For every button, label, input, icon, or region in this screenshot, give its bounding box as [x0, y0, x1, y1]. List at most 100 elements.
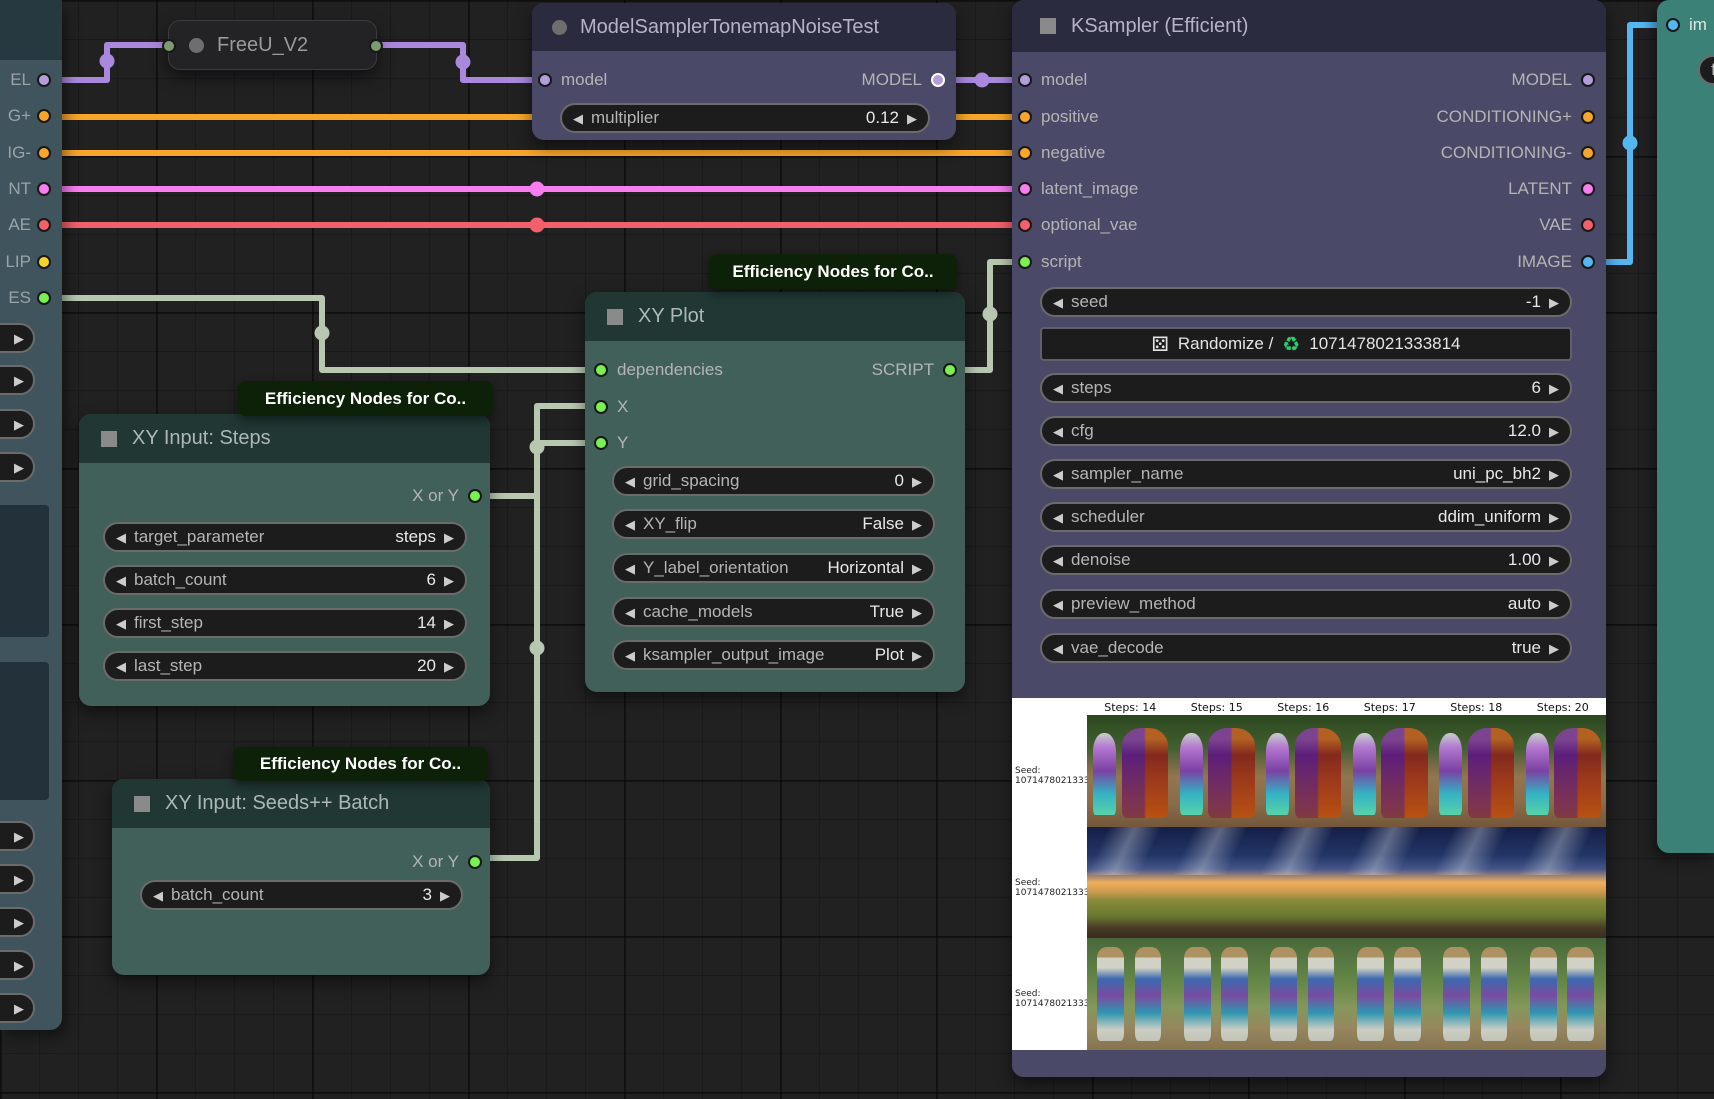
y-label-orientation-widget[interactable]: ◀Y_label_orientationHorizontal▶ [612, 553, 935, 583]
comfyui-graph-canvas[interactable]: { "colors":{ "model":"#b39ddb","conditio… [0, 0, 1714, 1099]
steps-widget[interactable]: ◀steps6▶ [1040, 373, 1572, 403]
collapsed-output-port[interactable] [369, 39, 383, 53]
increment-arrow[interactable]: ▶ [440, 889, 450, 902]
node-header[interactable]: XY Input: Seeds++ Batch [112, 779, 490, 828]
decrement-arrow[interactable]: ◀ [573, 112, 583, 125]
widget-stub[interactable]: ▶ [0, 950, 35, 980]
decrement-arrow[interactable]: ◀ [116, 660, 126, 673]
collapse-square-icon[interactable] [134, 796, 150, 812]
decrement-arrow[interactable]: ◀ [625, 475, 635, 488]
increment-arrow[interactable]: ▶ [907, 112, 917, 125]
increment-arrow[interactable]: ▶ [1549, 554, 1559, 567]
collapse-circle-icon[interactable] [189, 38, 204, 53]
decrement-arrow[interactable]: ◀ [625, 606, 635, 619]
increment-arrow[interactable]: ▶ [14, 418, 24, 431]
collapse-circle-icon[interactable] [552, 20, 567, 35]
last-step-widget[interactable]: ◀last_step20▶ [103, 651, 467, 681]
y-input-port[interactable] [594, 436, 608, 450]
script-output-port[interactable] [943, 363, 957, 377]
batch-count-widget[interactable]: ◀batch_count6▶ [103, 565, 467, 595]
increment-arrow[interactable]: ▶ [1549, 296, 1559, 309]
vae-decode-widget[interactable]: ◀vae_decodetrue▶ [1040, 633, 1572, 663]
widget-stub[interactable]: ▶ [0, 993, 35, 1023]
increment-arrow[interactable]: ▶ [912, 562, 922, 575]
decrement-arrow[interactable]: ◀ [1053, 468, 1063, 481]
increment-arrow[interactable]: ▶ [444, 660, 454, 673]
increment-arrow[interactable]: ▶ [444, 574, 454, 587]
node-header[interactable]: ModelSamplerTonemapNoiseTest [532, 3, 956, 51]
denoise-widget[interactable]: ◀denoise1.00▶ [1040, 545, 1572, 575]
grid-spacing-widget[interactable]: ◀grid_spacing0▶ [612, 466, 935, 496]
decrement-arrow[interactable]: ◀ [116, 531, 126, 544]
widget-stub[interactable]: f [1698, 55, 1714, 85]
x-or-y-output-port[interactable] [468, 489, 482, 503]
decrement-arrow[interactable]: ◀ [1053, 554, 1063, 567]
widget-stub[interactable]: ▶ [0, 452, 35, 482]
decrement-arrow[interactable]: ◀ [1053, 382, 1063, 395]
x-input-port[interactable] [594, 400, 608, 414]
increment-arrow[interactable]: ▶ [1549, 382, 1559, 395]
model-output-port[interactable] [931, 73, 945, 87]
widget-stub[interactable]: ▶ [0, 821, 35, 851]
node-header[interactable]: KSampler (Efficient) [1012, 0, 1606, 52]
conditioning-plus-output-port[interactable] [37, 109, 51, 123]
widget-stub[interactable]: ▶ [0, 864, 35, 894]
decrement-arrow[interactable]: ◀ [1053, 296, 1063, 309]
multiplier-widget[interactable]: ◀ multiplier 0.12 ▶ [560, 103, 930, 133]
cache-models-widget[interactable]: ◀cache_modelsTrue▶ [612, 597, 935, 627]
cfg-widget[interactable]: ◀cfg12.0▶ [1040, 416, 1572, 446]
increment-arrow[interactable]: ▶ [14, 916, 24, 929]
vae-output-port[interactable] [37, 218, 51, 232]
increment-arrow[interactable]: ▶ [14, 959, 24, 972]
node-header[interactable]: XY Plot [585, 292, 965, 341]
increment-arrow[interactable]: ▶ [912, 649, 922, 662]
clip-output-port[interactable] [37, 255, 51, 269]
node-header[interactable] [0, 0, 62, 60]
model-output-port[interactable] [1581, 73, 1595, 87]
decrement-arrow[interactable]: ◀ [1053, 642, 1063, 655]
increment-arrow[interactable]: ▶ [14, 374, 24, 387]
xy-input-seeds-batch-node[interactable]: XY Input: Seeds++ Batch X or Y ◀batch_co… [112, 779, 490, 975]
latent-output-port[interactable] [1581, 182, 1595, 196]
decrement-arrow[interactable]: ◀ [625, 649, 635, 662]
prompt-textarea[interactable] [0, 505, 49, 637]
seed-widget[interactable]: ◀ seed -1 ▶ [1040, 287, 1572, 317]
node-header[interactable]: XY Input: Steps [79, 414, 490, 463]
collapse-square-icon[interactable] [1040, 18, 1056, 34]
target-parameter-widget[interactable]: ◀target_parametersteps▶ [103, 522, 467, 552]
increment-arrow[interactable]: ▶ [1549, 468, 1559, 481]
increment-arrow[interactable]: ▶ [14, 332, 24, 345]
increment-arrow[interactable]: ▶ [444, 617, 454, 630]
image-output-port[interactable] [1581, 255, 1595, 269]
collapse-square-icon[interactable] [607, 309, 623, 325]
increment-arrow[interactable]: ▶ [1549, 425, 1559, 438]
ksampler-output-image-widget[interactable]: ◀ksampler_output_imagePlot▶ [612, 640, 935, 670]
widget-stub[interactable]: ▶ [0, 323, 35, 353]
increment-arrow[interactable]: ▶ [14, 873, 24, 886]
decrement-arrow[interactable]: ◀ [1053, 425, 1063, 438]
xy-input-steps-node[interactable]: XY Input: Steps X or Y ◀target_parameter… [79, 414, 490, 706]
increment-arrow[interactable]: ▶ [912, 518, 922, 531]
widget-stub[interactable]: ▶ [0, 409, 35, 439]
images-input-port[interactable] [1666, 18, 1680, 32]
model-sampler-tonemap-node[interactable]: ModelSamplerTonemapNoiseTest model MODEL… [532, 3, 956, 140]
widget-stub[interactable]: ▶ [0, 907, 35, 937]
ksampler-efficient-node[interactable]: KSampler (Efficient) model positive nega… [1012, 0, 1606, 1077]
vae-output-port[interactable] [1581, 218, 1595, 232]
increment-arrow[interactable]: ▶ [912, 606, 922, 619]
collapse-square-icon[interactable] [101, 431, 117, 447]
x-or-y-output-port[interactable] [468, 855, 482, 869]
increment-arrow[interactable]: ▶ [1549, 598, 1559, 611]
decrement-arrow[interactable]: ◀ [153, 889, 163, 902]
decrement-arrow[interactable]: ◀ [116, 574, 126, 587]
efficient-loader-node[interactable]: EL G+ IG- NT AE LIP ES ▶ ▶ ▶ ▶ ▶ ▶ ▶ ▶ ▶ [0, 0, 62, 1030]
increment-arrow[interactable]: ▶ [14, 461, 24, 474]
scheduler-widget[interactable]: ◀schedulerddim_uniform▶ [1040, 502, 1572, 532]
increment-arrow[interactable]: ▶ [1549, 511, 1559, 524]
decrement-arrow[interactable]: ◀ [625, 562, 635, 575]
xy-plot-node[interactable]: XY Plot dependencies SCRIPT X Y ◀grid_sp… [585, 292, 965, 692]
decrement-arrow[interactable]: ◀ [1053, 598, 1063, 611]
negative-prompt-textarea[interactable] [0, 662, 49, 800]
decrement-arrow[interactable]: ◀ [1053, 511, 1063, 524]
conditioning-minus-output-port[interactable] [1581, 146, 1595, 160]
